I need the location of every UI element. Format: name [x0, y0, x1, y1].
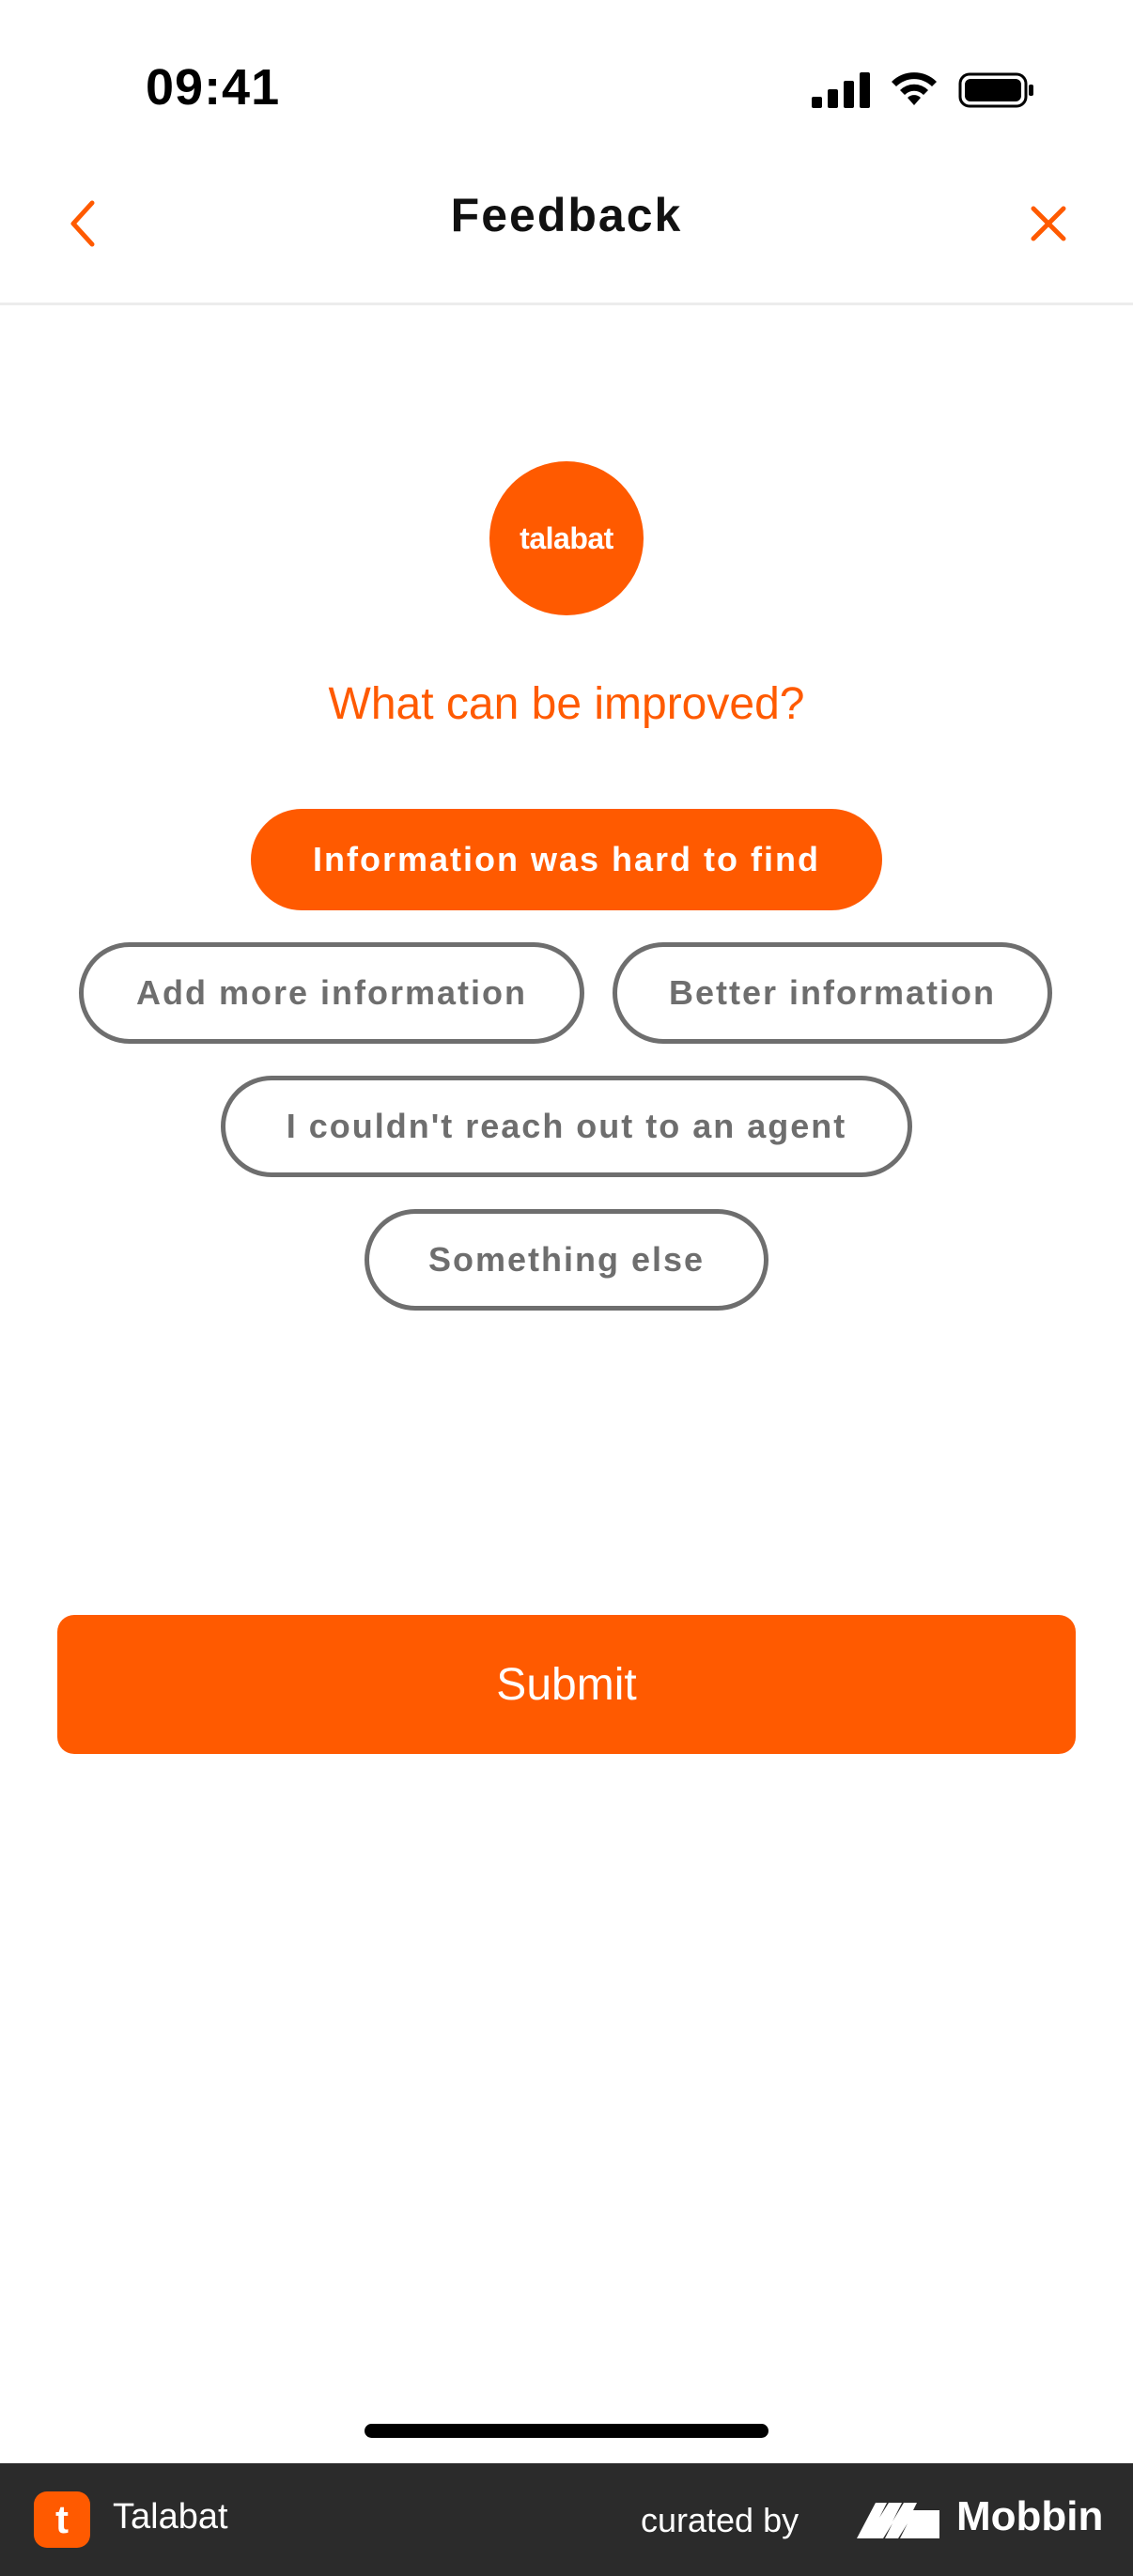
footer-curated-by: curated by — [641, 2501, 799, 2539]
battery-icon — [958, 72, 1033, 108]
app-icon-letter: t — [55, 2497, 69, 2541]
cellular-signal-icon — [812, 72, 870, 108]
submit-button[interactable]: Submit — [57, 1615, 1076, 1754]
status-bar: 09:41 — [0, 0, 1133, 169]
nav-bar: Feedback — [0, 160, 1133, 305]
wifi-icon — [892, 72, 937, 105]
mobbin-logo-icon — [857, 2503, 939, 2538]
home-indicator — [365, 2424, 768, 2438]
chip-add-more-information[interactable]: Add more information — [79, 942, 584, 1044]
status-icons — [812, 71, 1035, 109]
chip-couldnt-reach-agent[interactable]: I couldn't reach out to an agent — [221, 1076, 912, 1177]
feedback-screen: 09:41 Feedback talabat What can be impro… — [0, 0, 1133, 2576]
talabat-app-icon: t — [34, 2491, 90, 2548]
chip-information-hard-to-find[interactable]: Information was hard to find — [251, 809, 882, 910]
close-icon — [1031, 206, 1066, 241]
close-button[interactable] — [1011, 186, 1086, 261]
footer-brand-name: Mobbin — [956, 2493, 1104, 2539]
chip-something-else[interactable]: Something else — [365, 1209, 768, 1311]
status-time: 09:41 — [146, 59, 281, 116]
talabat-logo: talabat — [489, 461, 644, 615]
logo-text: talabat — [520, 520, 613, 555]
footer-app-name: Talabat — [113, 2497, 228, 2537]
chip-better-information[interactable]: Better information — [613, 942, 1052, 1044]
footer-bar: t Talabat curated by Mobbin — [0, 2463, 1133, 2576]
page-title: Feedback — [450, 189, 683, 241]
feedback-question: What can be improved? — [328, 679, 805, 729]
